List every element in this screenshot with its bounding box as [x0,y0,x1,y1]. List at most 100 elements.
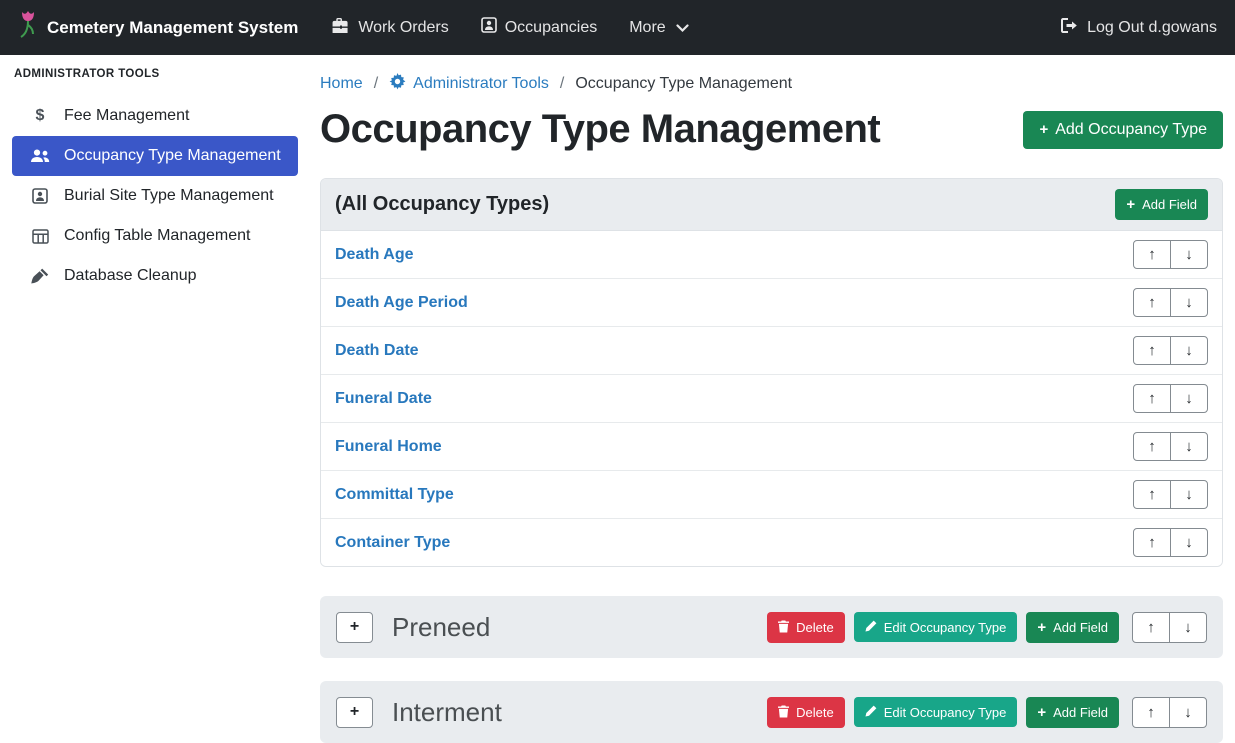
arrow-down-icon: ↓ [1185,246,1193,263]
arrow-up-icon: ↑ [1148,294,1156,311]
move-up-button[interactable]: ↑ [1133,480,1171,509]
section-title: Interment [392,697,502,728]
move-down-button[interactable]: ↓ [1170,432,1208,461]
plus-icon: + [1039,122,1048,137]
logout-button[interactable]: Log Out d.gowans [1061,18,1217,38]
nav-occupancies[interactable]: Occupancies [481,17,598,38]
all-occupancy-types-header: (All Occupancy Types) + Add Field [321,179,1222,231]
field-row: Funeral Home ↑ ↓ [321,423,1222,471]
nav-more[interactable]: More [629,17,688,38]
arrow-up-icon: ↑ [1148,486,1156,503]
section-interment: + Interment Delete Edi [320,681,1223,743]
breadcrumb-admin-tools-label: Administrator Tools [413,75,549,93]
move-up-button[interactable]: ↑ [1133,432,1171,461]
broom-icon [29,268,51,284]
sidebar-item-label: Occupancy Type Management [64,147,281,165]
pencil-icon [865,620,877,634]
breadcrumb-home-label: Home [320,75,363,93]
logout-icon [1061,18,1079,38]
arrow-down-icon: ↓ [1185,390,1193,407]
edit-occupancy-type-label: Edit Occupancy Type [884,706,1007,719]
edit-occupancy-type-button[interactable]: Edit Occupancy Type [854,612,1018,642]
expand-section-button[interactable]: + [336,612,373,643]
move-up-button[interactable]: ↑ [1133,288,1171,317]
breadcrumb-admin-tools-link[interactable]: Administrator Tools [389,73,549,95]
sidebar-item-config-table-management[interactable]: Config Table Management [12,216,298,256]
field-row: Death Age Period ↑ ↓ [321,279,1222,327]
plus-icon: + [1126,197,1135,212]
move-up-button[interactable]: ↑ [1132,612,1170,643]
arrow-down-icon: ↓ [1185,438,1193,455]
page-title: Occupancy Type Management [320,107,880,152]
arrow-down-icon: ↓ [1184,619,1192,636]
breadcrumb-home-link[interactable]: Home [320,75,363,93]
occupant-frame-icon [481,17,497,38]
gear-icon [389,73,406,95]
title-row: Occupancy Type Management + Add Occupanc… [320,107,1223,152]
all-occupancy-types-card: (All Occupancy Types) + Add Field Death … [320,178,1223,567]
delete-button[interactable]: Delete [767,612,845,643]
move-up-button[interactable]: ↑ [1133,240,1171,269]
field-row: Death Age ↑ ↓ [321,231,1222,279]
arrow-up-icon: ↑ [1147,619,1155,636]
sidebar-item-label: Burial Site Type Management [64,187,274,205]
sidebar-item-fee-management[interactable]: $ Fee Management [12,96,298,136]
sidebar-item-occupancy-type-management[interactable]: Occupancy Type Management [12,136,298,176]
arrow-down-icon: ↓ [1185,342,1193,359]
move-down-button[interactable]: ↓ [1169,697,1207,728]
move-down-button[interactable]: ↓ [1170,480,1208,509]
move-up-button[interactable]: ↑ [1132,697,1170,728]
move-down-button[interactable]: ↓ [1170,288,1208,317]
breadcrumb-separator: / [560,75,564,93]
add-occupancy-type-label: Add Occupancy Type [1055,122,1207,138]
reorder-button-group: ↑ ↓ [1132,612,1207,643]
delete-button[interactable]: Delete [767,697,845,728]
expand-section-button[interactable]: + [336,697,373,728]
move-down-button[interactable]: ↓ [1170,336,1208,365]
plus-icon: + [1037,705,1046,720]
edit-occupancy-type-label: Edit Occupancy Type [884,621,1007,634]
app-brand[interactable]: Cemetery Management System [18,10,298,45]
trash-icon [778,705,789,720]
add-field-button[interactable]: + Add Field [1115,189,1208,220]
field-link-death-age-period[interactable]: Death Age Period [335,294,468,312]
move-down-button[interactable]: ↓ [1170,528,1208,557]
add-field-button[interactable]: + Add Field [1026,697,1119,728]
sidebar-item-burial-site-type-management[interactable]: Burial Site Type Management [12,176,298,216]
field-link-death-date[interactable]: Death Date [335,342,419,360]
users-icon [29,149,51,163]
field-link-funeral-home[interactable]: Funeral Home [335,438,442,456]
sidebar-item-label: Database Cleanup [64,267,197,285]
edit-occupancy-type-button[interactable]: Edit Occupancy Type [854,697,1018,727]
field-link-committal-type[interactable]: Committal Type [335,486,454,504]
arrow-down-icon: ↓ [1185,486,1193,503]
field-link-death-age[interactable]: Death Age [335,246,414,264]
arrow-up-icon: ↑ [1147,704,1155,721]
delete-label: Delete [796,621,834,634]
reorder-button-group: ↑ ↓ [1133,288,1208,317]
move-down-button[interactable]: ↓ [1170,240,1208,269]
field-link-container-type[interactable]: Container Type [335,534,450,552]
move-up-button[interactable]: ↑ [1133,336,1171,365]
arrow-down-icon: ↓ [1185,294,1193,311]
reorder-button-group: ↑ ↓ [1133,336,1208,365]
field-link-funeral-date[interactable]: Funeral Date [335,390,432,408]
move-up-button[interactable]: ↑ [1133,528,1171,557]
arrow-up-icon: ↑ [1148,390,1156,407]
section-preneed: + Preneed Delete Edit [320,596,1223,658]
nav-work-orders[interactable]: Work Orders [332,18,448,38]
sidebar-item-label: Fee Management [64,107,189,125]
sidebar-item-database-cleanup[interactable]: Database Cleanup [12,256,298,296]
move-up-button[interactable]: ↑ [1133,384,1171,413]
move-down-button[interactable]: ↓ [1169,612,1207,643]
tulip-logo-icon [18,10,38,45]
arrow-up-icon: ↑ [1148,438,1156,455]
breadcrumb-separator: / [374,75,378,93]
add-occupancy-type-button[interactable]: + Add Occupancy Type [1023,111,1223,149]
breadcrumb-current: Occupancy Type Management [575,75,792,93]
reorder-button-group: ↑ ↓ [1133,384,1208,413]
arrow-down-icon: ↓ [1184,704,1192,721]
add-field-button[interactable]: + Add Field [1026,612,1119,643]
top-navbar: Cemetery Management System Work Orders O… [0,0,1235,55]
move-down-button[interactable]: ↓ [1170,384,1208,413]
